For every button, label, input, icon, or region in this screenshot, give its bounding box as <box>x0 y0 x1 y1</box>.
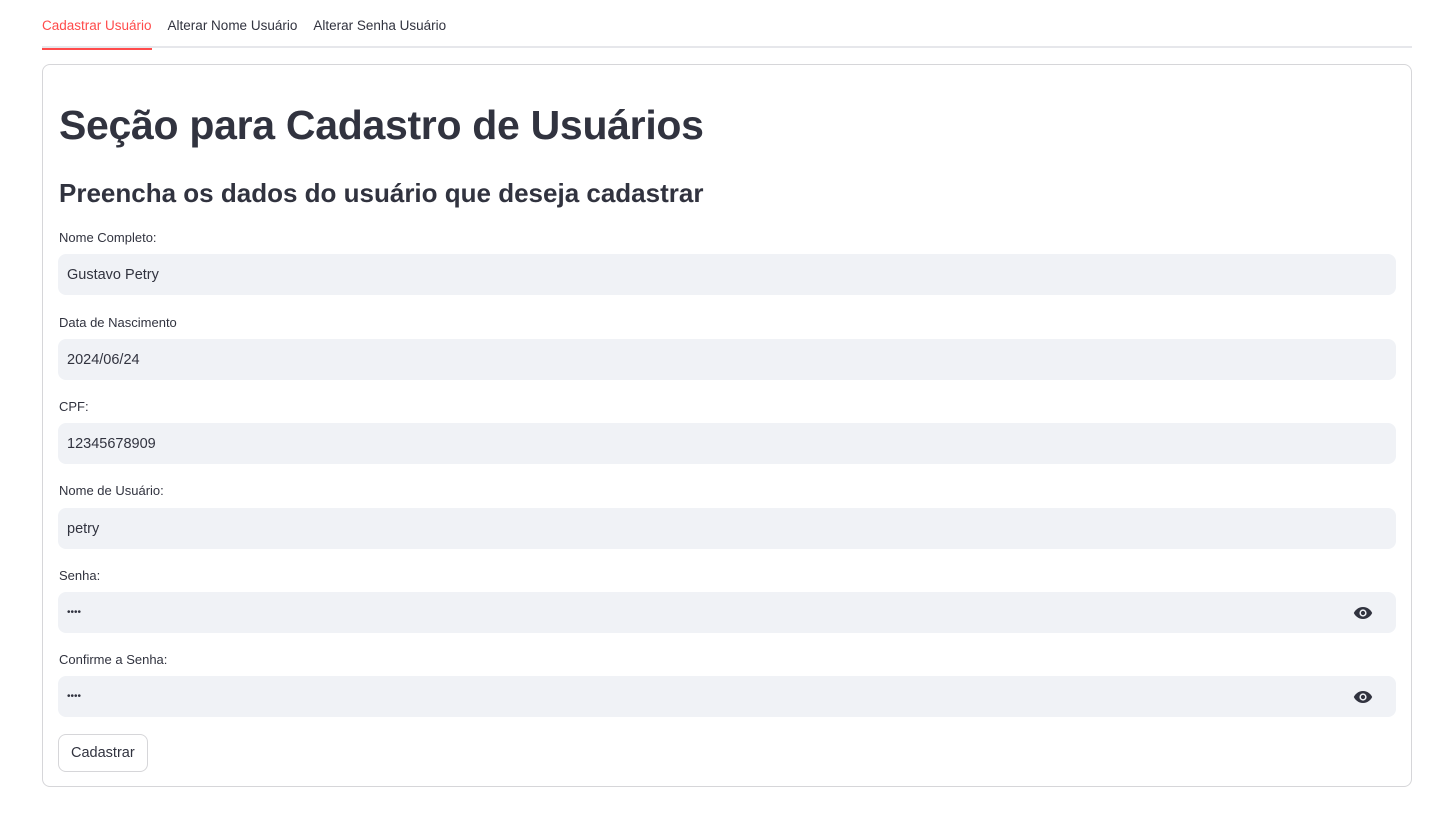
password-label: Senha: <box>59 568 101 583</box>
cpf-field[interactable]: 12345678909 <box>58 423 1396 464</box>
tab-cadastrar-usuario[interactable]: Cadastrar Usuário <box>42 0 152 50</box>
tab-alterar-nome-usuario[interactable]: Alterar Nome Usuário <box>168 0 298 48</box>
tab-alterar-senha-usuario[interactable]: Alterar Senha Usuário <box>313 0 446 48</box>
birth-date-value[interactable]: 2024/06/24 <box>58 352 1396 368</box>
full-name-label: Nome Completo: <box>59 230 157 245</box>
confirm-password-field[interactable]: •••• <box>58 676 1396 717</box>
eye-icon[interactable] <box>1352 690 1374 704</box>
birth-date-field[interactable]: 2024/06/24 <box>58 339 1396 380</box>
form-subtitle: Preencha os dados do usuário que deseja … <box>59 178 704 208</box>
user-registration-form: Seção para Cadastro de Usuários Preencha… <box>42 64 1412 787</box>
cadastrar-button[interactable]: Cadastrar <box>58 734 148 772</box>
cpf-label: CPF: <box>59 399 89 414</box>
username-label: Nome de Usuário: <box>59 483 164 498</box>
full-name-field[interactable]: Gustavo Petry <box>58 254 1396 295</box>
cpf-value[interactable]: 12345678909 <box>58 436 1396 452</box>
password-field[interactable]: •••• <box>58 592 1396 633</box>
full-name-value[interactable]: Gustavo Petry <box>58 267 1396 283</box>
tab-bar: Cadastrar Usuário Alterar Nome Usuário A… <box>42 0 1412 50</box>
confirm-password-label: Confirme a Senha: <box>59 652 168 667</box>
username-field[interactable]: petry <box>58 508 1396 549</box>
password-value[interactable]: •••• <box>58 607 1352 618</box>
eye-icon[interactable] <box>1352 606 1374 620</box>
username-value[interactable]: petry <box>58 521 1396 537</box>
page: Cadastrar Usuário Alterar Nome Usuário A… <box>0 0 1440 823</box>
page-title: Seção para Cadastro de Usuários <box>59 102 704 148</box>
confirm-password-value[interactable]: •••• <box>58 691 1352 702</box>
birth-date-label: Data de Nascimento <box>59 315 177 330</box>
